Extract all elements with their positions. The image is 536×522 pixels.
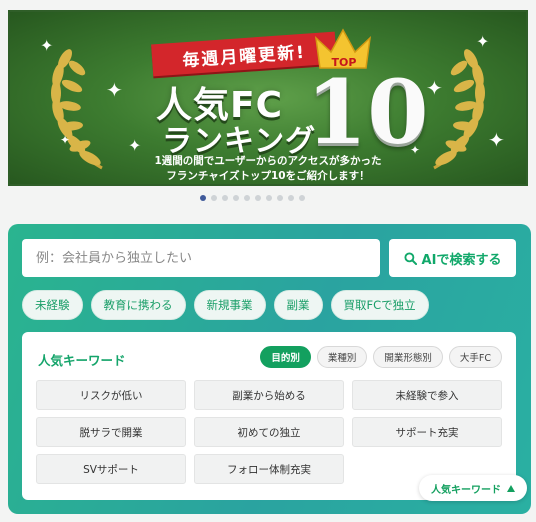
keyword-item[interactable]: フォロー体制充実 — [194, 454, 344, 484]
sparkle-icon: ✦ — [488, 128, 505, 152]
quick-tags: 未経験 教育に携わる 新規事業 副業 買取FCで独立 — [22, 290, 429, 320]
carousel-dot[interactable] — [233, 195, 239, 201]
carousel-dot[interactable] — [299, 195, 305, 201]
tab-industry[interactable]: 業種別 — [316, 346, 368, 368]
carousel-dot[interactable] — [244, 195, 250, 201]
sparkle-icon: ✦ — [40, 36, 54, 55]
search-panel: AIで検索する 未経験 教育に携わる 新規事業 副業 買取FCで独立 人気キーワ… — [8, 224, 531, 514]
sparkle-icon: ✦ — [60, 133, 71, 147]
sparkle-icon: ✦ — [426, 76, 443, 100]
quick-tag[interactable]: 新規事業 — [193, 290, 266, 320]
keyword-item[interactable]: サポート充実 — [352, 417, 502, 447]
carousel-dot[interactable] — [277, 195, 283, 201]
tab-purpose[interactable]: 目的別 — [260, 346, 311, 368]
triangle-up-icon — [507, 484, 515, 492]
search-icon — [404, 251, 417, 265]
carousel-dots — [200, 195, 305, 201]
carousel-dot[interactable] — [288, 195, 294, 201]
keyword-item[interactable]: SVサポート — [36, 454, 186, 484]
carousel-dot[interactable] — [222, 195, 228, 201]
banner-description: 1週間の間でユーザーからのアクセスが多かった フランチャイズトップ10をご紹介し… — [154, 155, 382, 182]
ranking-banner[interactable]: ✦ ✦ ✦ ✦ ✦ ✦ ✦ ✦ 毎週月曜更新! TOP 人気FC ランキング 1… — [8, 10, 528, 186]
sparkle-icon: ✦ — [476, 32, 490, 51]
keyword-item[interactable]: 副業から始める — [194, 380, 344, 410]
quick-tag[interactable]: 未経験 — [22, 290, 83, 320]
sparkle-icon: ✦ — [128, 136, 142, 155]
keyword-tabs: 目的別 業種別 開業形態別 大手FC — [260, 346, 502, 368]
quick-tag[interactable]: 買取FCで独立 — [330, 290, 429, 320]
toggle-label: 人気キーワード — [431, 484, 501, 496]
keyword-item[interactable]: 未経験で参入 — [352, 380, 502, 410]
carousel-dot[interactable] — [200, 195, 206, 201]
carousel-dot[interactable] — [211, 195, 217, 201]
keyword-item[interactable]: リスクが低い — [36, 380, 186, 410]
ai-search-button[interactable]: AIで検索する — [389, 239, 516, 277]
ai-search-label: AIで検索する — [421, 252, 502, 268]
keyword-grid: リスクが低い 副業から始める 未経験で参入 脱サラで開業 初めての独立 サポート… — [36, 380, 502, 484]
search-input[interactable] — [22, 239, 380, 277]
tab-major-fc[interactable]: 大手FC — [448, 346, 502, 368]
popular-keywords-toggle[interactable]: 人気キーワード — [419, 475, 527, 501]
sparkle-icon: ✦ — [106, 78, 123, 102]
carousel-dot[interactable] — [266, 195, 272, 201]
banner-number: 10 — [306, 60, 429, 164]
popular-keywords-title: 人気キーワード — [38, 353, 126, 368]
tab-business-type[interactable]: 開業形態別 — [373, 346, 443, 368]
quick-tag[interactable]: 副業 — [273, 290, 323, 320]
keyword-item[interactable]: 初めての独立 — [194, 417, 344, 447]
quick-tag[interactable]: 教育に携わる — [90, 290, 186, 320]
carousel-dot[interactable] — [255, 195, 261, 201]
keyword-item[interactable]: 脱サラで開業 — [36, 417, 186, 447]
